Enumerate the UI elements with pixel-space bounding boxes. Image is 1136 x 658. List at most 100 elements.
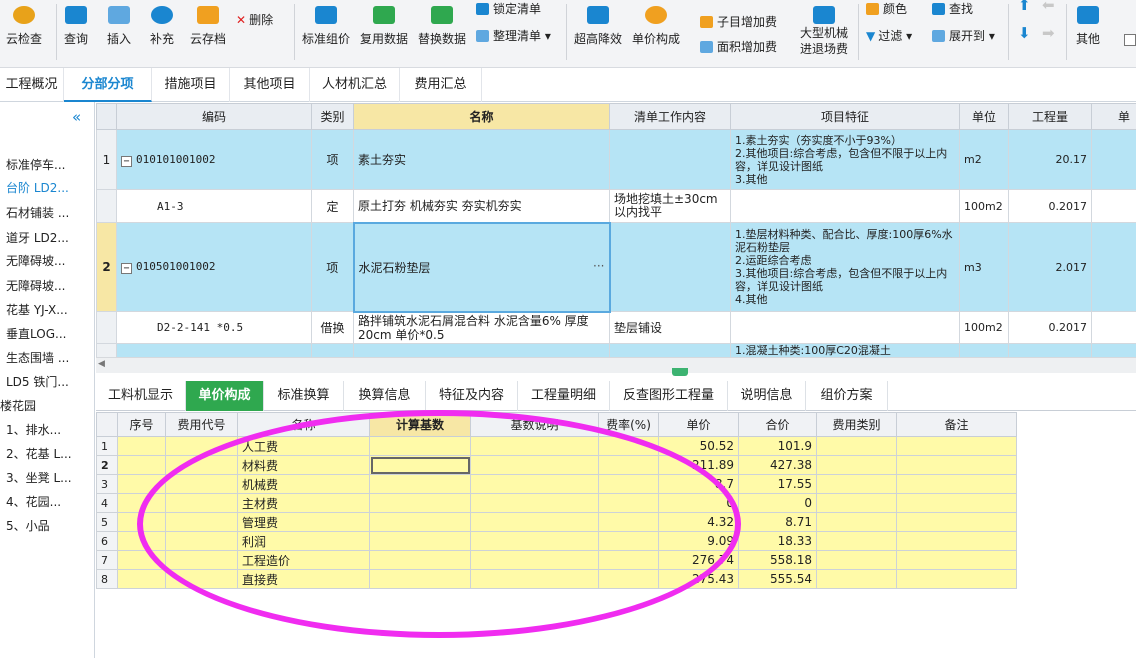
header-seq[interactable]: 序号 [117, 412, 166, 437]
cloud-save-button[interactable]: 云存档 [190, 6, 226, 47]
price-cell[interactable] [1091, 129, 1136, 190]
code-cell[interactable]: −010101001002 [116, 129, 312, 190]
total-cell[interactable]: 555.54 [738, 569, 817, 589]
feature-cell[interactable] [730, 189, 960, 223]
table-row[interactable]: 1 人工费 50.52 101.9 [96, 436, 1017, 456]
reuse-data-button[interactable]: 复用数据 [360, 6, 408, 47]
quantity-cell[interactable]: 20.17 [1008, 129, 1092, 190]
work-cell[interactable]: 垫层铺设 [609, 311, 731, 344]
tree-item[interactable]: 垂直LOG... [6, 325, 66, 342]
expand-to-button[interactable]: 展开到 ▾ [932, 27, 995, 44]
price-cell[interactable]: 275.43 [658, 569, 739, 589]
table-row[interactable]: 3 机械费 8.7 17.55 [96, 474, 1017, 494]
total-cell[interactable]: 17.55 [738, 474, 817, 494]
price-cell[interactable]: 1 [1091, 189, 1136, 223]
tree-item[interactable]: 4、花园... [6, 493, 61, 510]
table-row[interactable]: A1-3 定 原土打夯 机械夯实 夯实机夯实 场地挖填土±30cm以内找平 10… [96, 189, 1136, 223]
tab-standard-conversion[interactable]: 标准换算 [264, 381, 344, 411]
move-up-icon[interactable]: ⬆ [1018, 0, 1031, 14]
tab-sub-items[interactable]: 分部分项 [64, 68, 152, 102]
table-row[interactable]: 2 −010501001002 项 水泥石粉垫层 ··· 1.垫层材料种类、配合比… [96, 221, 1136, 313]
price-cell[interactable]: 0 [658, 493, 739, 513]
fee-name-cell[interactable]: 工程造价 [237, 550, 370, 570]
tab-fee-summary[interactable]: 费用汇总 [400, 68, 482, 102]
price-cell[interactable]: 4.32 [658, 512, 739, 532]
total-cell[interactable]: 0 [738, 493, 817, 513]
organize-list-button[interactable]: 整理清单 ▾ [476, 27, 551, 44]
fee-name-cell[interactable]: 利润 [237, 531, 370, 551]
fee-name-cell[interactable]: 直接费 [237, 569, 370, 589]
total-cell[interactable]: 8.71 [738, 512, 817, 532]
move-left-icon[interactable]: ⬅ [1042, 0, 1055, 14]
price-cell[interactable]: 211.89 [658, 455, 739, 475]
header-code[interactable]: 编码 [116, 103, 312, 130]
tree-item[interactable]: 石材铺装 ... [6, 204, 69, 221]
lock-list-button[interactable]: 锁定清单 [476, 0, 541, 17]
quantity-cell[interactable]: 0.2017 [1008, 189, 1092, 223]
header-price[interactable]: 单价 [658, 412, 739, 437]
unit-cell[interactable]: m3 [959, 222, 1009, 312]
tree-item[interactable]: 2、花基 L... [6, 445, 72, 462]
table-row[interactable]: 6 利润 9.09 18.33 [96, 531, 1017, 551]
collapse-toggle-icon[interactable]: − [121, 263, 132, 274]
calc-base-cell[interactable] [369, 455, 471, 475]
header-work-content[interactable]: 清单工作内容 [609, 103, 731, 130]
tab-unit-price-composition[interactable]: 单价构成 [186, 381, 264, 411]
header-base-desc[interactable]: 基数说明 [470, 412, 599, 437]
horizontal-scrollbar[interactable]: ◀ [96, 357, 1136, 373]
more-icon[interactable]: ··· [593, 259, 604, 273]
query-button[interactable]: 查询 [64, 6, 88, 47]
total-cell[interactable]: 427.38 [738, 455, 817, 475]
collapse-toggle-icon[interactable]: − [121, 155, 132, 167]
tree-item[interactable]: 标准停车... [6, 156, 65, 173]
table-row[interactable]: 7 工程造价 276.74 558.18 [96, 550, 1017, 570]
type-cell[interactable]: 定 [311, 189, 354, 223]
name-cell[interactable]: 素土夯实 [353, 129, 610, 190]
fee-name-cell[interactable]: 材料费 [237, 455, 370, 475]
tab-labor-material-display[interactable]: 工料机显示 [96, 381, 186, 411]
code-cell[interactable]: −010501001002 [116, 222, 312, 312]
tree-item[interactable]: 无障碍坡... [6, 252, 65, 269]
feature-cell[interactable]: 1.垫层材料种类、配合比、厚度:100厚6%水泥石粉垫层 2.运距综合考虑 3.… [730, 222, 960, 312]
feature-cell[interactable]: 1.素土夯实（夯实度不小于93%） 2.其他项目:综合考虑，包含但不限于以上内容… [730, 129, 960, 190]
tree-item[interactable]: 无障碍坡... [6, 277, 65, 294]
header-type[interactable]: 类别 [311, 103, 354, 130]
header-fee-category[interactable]: 费用类别 [816, 412, 897, 437]
price-cell[interactable]: 9.09 [658, 531, 739, 551]
filter-button[interactable]: ▼ 过滤 ▾ [866, 27, 912, 44]
feature-cell[interactable] [730, 311, 960, 344]
tree-item[interactable]: 花基 YJ-X... [6, 301, 68, 318]
standard-price-button[interactable]: 标准组价 [302, 6, 350, 47]
tree-item[interactable]: LD5 铁门... [6, 373, 69, 390]
price-cell[interactable]: 8.7 [658, 474, 739, 494]
header-rate[interactable]: 费率(%) [598, 412, 659, 437]
sub-add-fee-button[interactable]: 子目增加费 [700, 13, 777, 30]
name-cell[interactable]: 原土打夯 机械夯实 夯实机夯实 [353, 189, 610, 223]
unit-cell[interactable]: 100m2 [959, 311, 1009, 344]
tree-item[interactable]: 生态围墙 ... [6, 349, 69, 366]
header-feature[interactable]: 项目特征 [730, 103, 960, 130]
supplement-button[interactable]: 补充 [150, 6, 174, 47]
fee-name-cell[interactable]: 管理费 [237, 512, 370, 532]
delete-button[interactable]: ✕ 删除 [236, 11, 273, 28]
panel-splitter[interactable] [672, 368, 688, 376]
replace-data-button[interactable]: 替换数据 [418, 6, 466, 47]
unit-cell[interactable]: 100m2 [959, 189, 1009, 223]
header-unit[interactable]: 单位 [959, 103, 1009, 130]
header-fee-code[interactable]: 费用代号 [165, 412, 238, 437]
table-row[interactable]: 8 直接费 275.43 555.54 [96, 569, 1017, 589]
tab-project-overview[interactable]: 工程概况 [0, 68, 64, 102]
header-remark[interactable]: 备注 [896, 412, 1017, 437]
header-calc-base[interactable]: 计算基数 [369, 412, 471, 437]
code-cell[interactable]: A1-3 [116, 189, 312, 223]
price-cell[interactable]: 276.74 [658, 550, 739, 570]
tab-other-items[interactable]: 其他项目 [230, 68, 310, 102]
insert-button[interactable]: 插入 [107, 6, 131, 47]
tree-item[interactable]: 楼花园 [0, 397, 36, 414]
tree-item[interactable]: 3、坐凳 L... [6, 469, 72, 486]
tab-description[interactable]: 说明信息 [728, 381, 806, 411]
fee-name-cell[interactable]: 机械费 [237, 474, 370, 494]
header-total[interactable]: 合价 [738, 412, 817, 437]
header-quantity[interactable]: 工程量 [1008, 103, 1092, 130]
fee-name-cell[interactable]: 主材费 [237, 493, 370, 513]
